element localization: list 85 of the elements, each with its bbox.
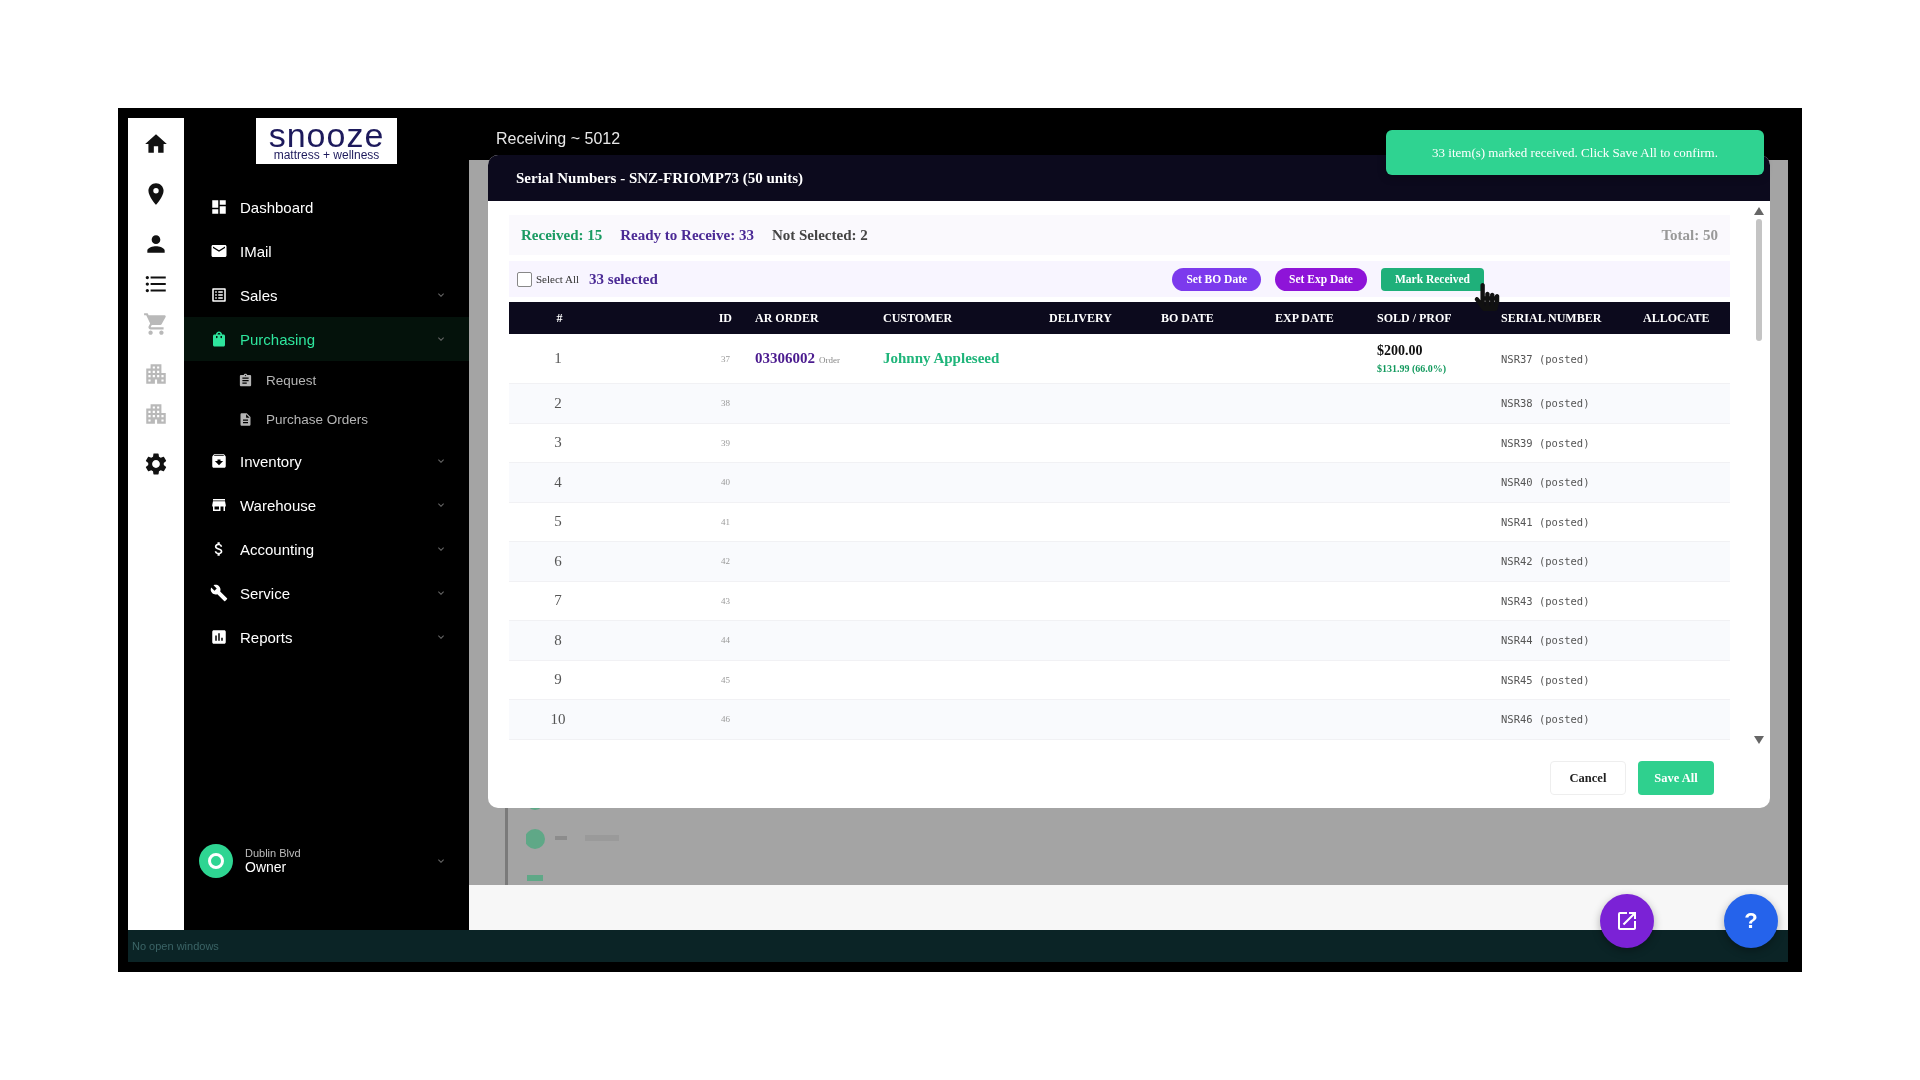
column-header: #	[555, 310, 563, 326]
id-cell-text: 41	[721, 516, 731, 527]
total-text: Total: 50	[1661, 226, 1718, 244]
select-all-checkbox[interactable]	[517, 271, 532, 287]
order-tag: Order	[819, 355, 840, 365]
nav-subitem[interactable]: Purchase Orders	[184, 400, 469, 439]
serial-number: NSR42 (posted)	[1500, 555, 1591, 568]
id-cell-text: 37	[721, 353, 731, 364]
serial-number: NSR44 (posted)	[1500, 634, 1591, 647]
column-header: ALLOCATE	[1642, 310, 1710, 326]
wrench-icon	[210, 584, 228, 602]
dialog-title: Serial Numbers - SNZ-FRIOMP73 (50 units)	[516, 169, 804, 187]
serial-number: NSR40 (posted)	[1500, 476, 1591, 489]
column-header: ID	[718, 310, 733, 326]
external-link-icon	[1615, 909, 1639, 933]
serial-number: NSR39 (posted)	[1500, 436, 1591, 449]
column-header: DELIVERY	[1048, 310, 1112, 326]
serial-number: NSR45 (posted)	[1500, 673, 1591, 686]
nav-subitem[interactable]: Request	[184, 361, 469, 400]
stat-text: Not Selected: 2	[771, 226, 868, 244]
row-number: 4	[554, 473, 562, 491]
selected-count: 33 selected	[589, 270, 658, 288]
action-button[interactable]: Set BO Date	[1172, 267, 1262, 291]
id-cell-text: 44	[721, 635, 731, 646]
nav-item[interactable]: Service	[184, 571, 469, 615]
order-link[interactable]: 03306002	[755, 350, 815, 367]
id-cell-text: 40	[721, 477, 731, 488]
id-cell-text: 38	[721, 398, 731, 409]
row-number: 7	[554, 592, 562, 610]
id-cell-text: 45	[721, 674, 731, 685]
store-icon	[210, 496, 228, 514]
nav-item[interactable]: IMail	[184, 229, 469, 273]
row-number: 2	[554, 394, 562, 412]
select-all-label: Select All	[536, 273, 580, 285]
nav-item[interactable]: Sales	[184, 273, 469, 317]
profit-text: $131.99 (66.0%)	[1377, 363, 1448, 374]
row-number: 5	[554, 513, 562, 531]
cancel-button[interactable]: Cancel	[1550, 761, 1626, 795]
row-number: 6	[554, 552, 562, 570]
stat-text: Received: 15	[521, 226, 603, 244]
dashboard-icon	[210, 198, 228, 216]
logo: snooze mattress + wellness	[256, 118, 397, 164]
bar-chart-icon	[210, 628, 228, 646]
scroll-down-icon[interactable]	[1754, 736, 1764, 744]
column-header: EXP DATE	[1274, 310, 1334, 326]
row-number: 1	[554, 350, 562, 367]
envelope-icon	[210, 242, 228, 260]
column-header: AR ORDER	[754, 310, 819, 326]
scroll-up-icon[interactable]	[1754, 207, 1764, 215]
id-cell-text: 39	[721, 437, 731, 448]
list-icon	[210, 286, 228, 304]
bag-icon	[210, 330, 228, 348]
row-number: 9	[554, 671, 562, 689]
id-cell-text: 42	[721, 556, 731, 567]
stat-text: Ready to Receive: 33	[620, 226, 754, 244]
column-header: CUSTOMER	[882, 310, 953, 326]
nav-item[interactable]: Inventory	[184, 439, 469, 483]
status-text: No open windows	[132, 940, 219, 952]
customer-name: Johnny Appleseed	[882, 350, 1001, 367]
id-cell-text: 46	[721, 714, 731, 725]
nav-item[interactable]: Warehouse	[184, 483, 469, 527]
serial-number: NSR43 (posted)	[1500, 594, 1591, 607]
user-location: Dublin Blvd	[245, 847, 301, 859]
toast-message: 33 item(s) marked received. Click Save All to confirm.	[1386, 130, 1764, 175]
row-number: 3	[554, 434, 562, 452]
nav-item[interactable]: Reports	[184, 615, 469, 659]
row-number: 10	[550, 710, 566, 728]
serial-number: NSR46 (posted)	[1500, 713, 1591, 726]
page-title: Receiving ~ 5012	[496, 130, 621, 148]
archive-icon	[210, 452, 228, 470]
serial-number: NSR41 (posted)	[1500, 515, 1591, 528]
nav-item[interactable]: Dashboard	[184, 185, 469, 229]
column-header: SOLD / PROF	[1376, 310, 1452, 326]
id-cell-text: 43	[721, 595, 731, 606]
user-role: Owner	[245, 859, 288, 875]
nav-item[interactable]: Purchasing	[184, 317, 469, 361]
nav-item[interactable]: Accounting	[184, 527, 469, 571]
serial-number: NSR37 (posted)	[1500, 352, 1591, 365]
sold-price: $200.00	[1377, 343, 1424, 359]
action-button[interactable]: Set Exp Date	[1275, 267, 1367, 291]
column-header: SERIAL NUMBER	[1500, 310, 1602, 326]
serial-number: NSR38 (posted)	[1500, 397, 1591, 410]
avatar-icon[interactable]	[199, 844, 233, 878]
row-number: 8	[554, 631, 562, 649]
column-header: BO DATE	[1160, 310, 1214, 326]
